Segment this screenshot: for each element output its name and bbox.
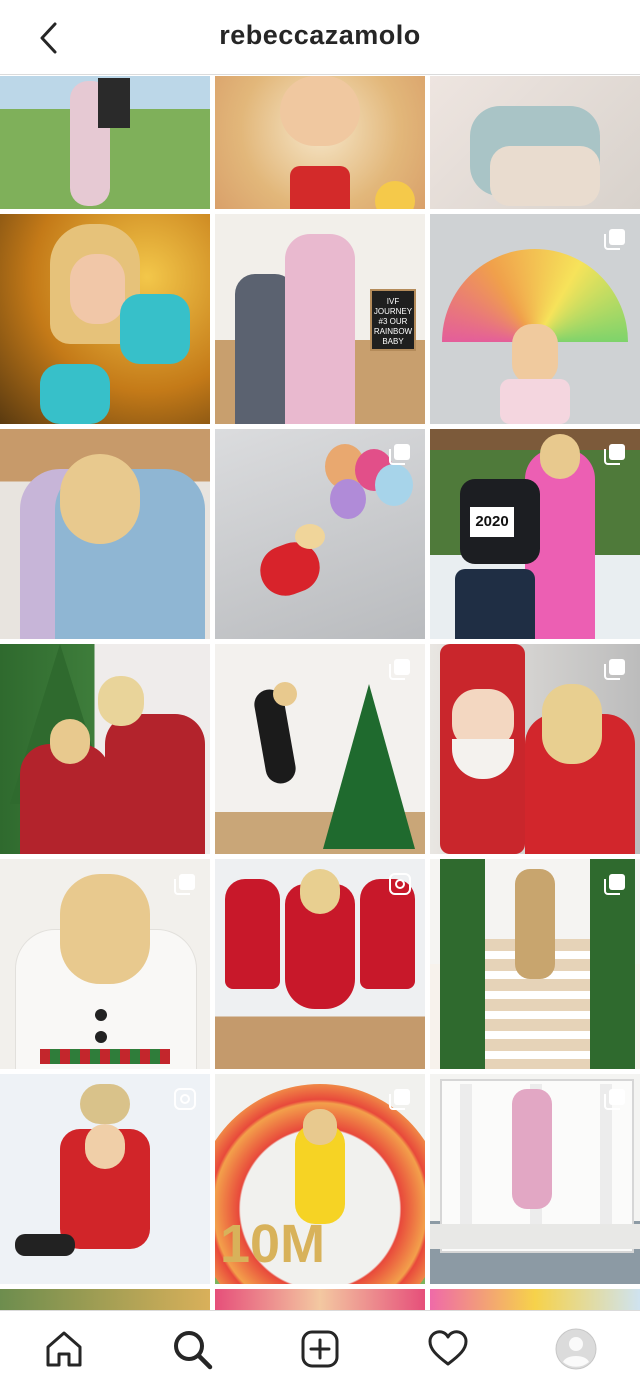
profile-username: rebeccazamolo (219, 20, 421, 50)
post-tile[interactable]: 10M (215, 1074, 425, 1284)
post-tile[interactable]: 2020 (430, 429, 640, 639)
carousel-icon (604, 1089, 625, 1110)
post-tile[interactable] (215, 429, 425, 639)
post-tile[interactable] (430, 76, 640, 209)
post-tile[interactable] (430, 1074, 640, 1284)
home-icon (46, 1331, 82, 1367)
post-tile[interactable] (0, 429, 210, 639)
post-tile[interactable] (430, 644, 640, 854)
tab-home[interactable] (40, 1325, 88, 1373)
bottom-tab-bar (0, 1310, 640, 1386)
search-icon (174, 1331, 213, 1370)
post-tile[interactable] (215, 859, 425, 1069)
post-tile[interactable] (0, 1074, 210, 1284)
sign: IVF JOURNEY #3 OUR RAINBOW BABY (370, 289, 416, 351)
avatar-icon (555, 1328, 597, 1370)
carousel-icon (604, 659, 625, 680)
post-tile[interactable] (0, 644, 210, 854)
carousel-icon (604, 229, 625, 250)
video-icon (389, 873, 411, 895)
tab-new-post[interactable] (296, 1325, 344, 1373)
post-grid: IVF JOURNEY #3 OUR RAINBOW BABY 2020 10M (0, 76, 640, 1310)
post-tile[interactable] (430, 859, 640, 1069)
tab-activity[interactable] (424, 1325, 472, 1373)
post-tile[interactable] (430, 214, 640, 424)
post-tile[interactable] (0, 859, 210, 1069)
carousel-icon (174, 874, 195, 895)
tab-search[interactable] (168, 1325, 216, 1373)
heart-icon (428, 1330, 468, 1366)
sign-2020: 2020 (470, 507, 514, 537)
post-tile[interactable] (0, 1289, 210, 1310)
plus-square-icon (301, 1330, 339, 1368)
post-tile[interactable] (215, 644, 425, 854)
post-tile[interactable] (430, 1289, 640, 1310)
tab-profile[interactable] (552, 1325, 600, 1373)
post-tile[interactable] (0, 214, 210, 424)
carousel-icon (389, 1089, 410, 1110)
video-icon (174, 1088, 196, 1110)
balloon-10m: 10M (220, 1214, 326, 1274)
post-tile[interactable] (0, 76, 210, 209)
post-tile[interactable] (215, 76, 425, 209)
post-tile[interactable]: IVF JOURNEY #3 OUR RAINBOW BABY (215, 214, 425, 424)
carousel-icon (604, 444, 625, 465)
carousel-icon (604, 874, 625, 895)
header: rebeccazamolo (0, 0, 640, 75)
carousel-icon (389, 444, 410, 465)
post-tile[interactable] (215, 1289, 425, 1310)
carousel-icon (389, 659, 410, 680)
